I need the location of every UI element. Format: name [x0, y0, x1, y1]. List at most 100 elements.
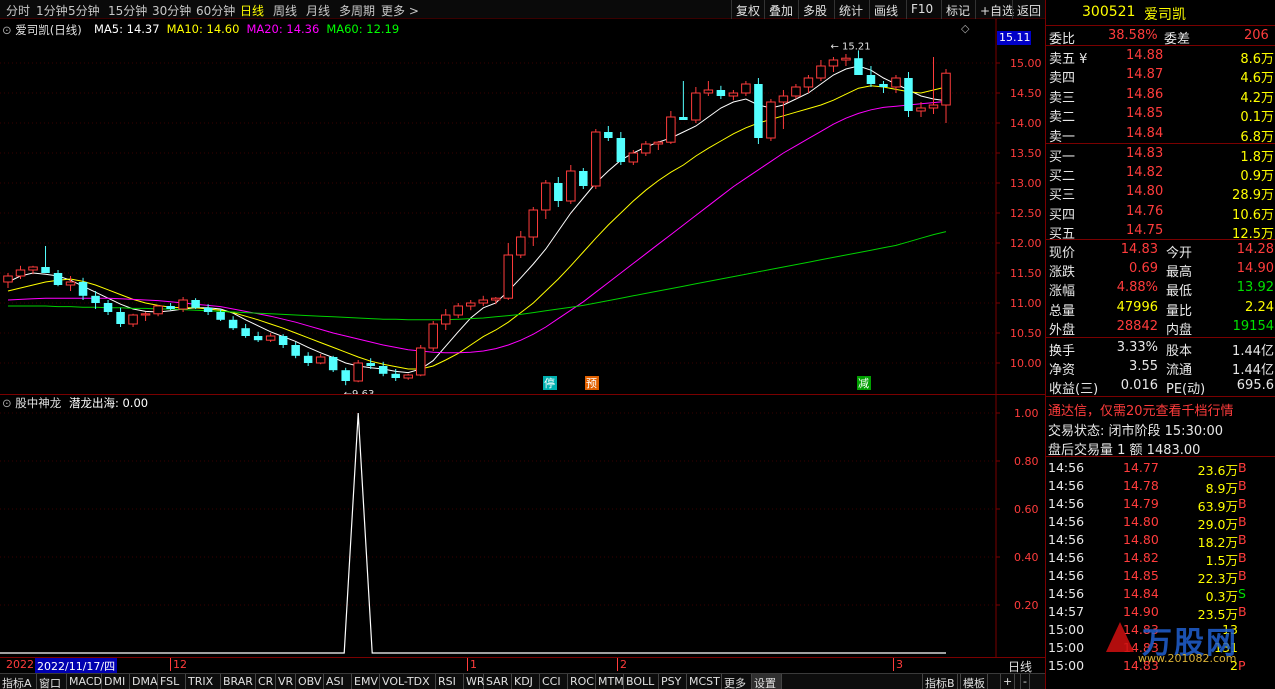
period-tab-0[interactable]: 分时 [6, 2, 30, 19]
y-tick-label: 11.50 [1010, 267, 1042, 280]
candle-body [116, 312, 125, 324]
indicator-tab-rsi[interactable]: RSI [436, 674, 464, 689]
indicator-tab-obv[interactable]: OBV [296, 674, 324, 689]
candle-body [453, 305, 463, 316]
indicator-tab-窗口[interactable]: 窗口 [37, 674, 67, 689]
candle-body [103, 303, 113, 312]
period-tab-1[interactable]: 1分钟 [36, 2, 68, 19]
kline-chart-panel[interactable]: ⊙ 爱司凯(日线) MA5: 14.37 MA10: 14.60 MA20: 14.… [0, 19, 1045, 394]
month-tick-3: 3 [893, 658, 903, 671]
toolbar-button-0[interactable]: 复权 [731, 0, 764, 19]
candle-body [616, 138, 626, 162]
candle-body [591, 131, 601, 187]
indicator-tab-right-2[interactable]: + [1000, 674, 1016, 689]
promo-link[interactable]: 通达信，仅需20元查看千档行情 [1048, 400, 1234, 419]
tick-direction: B [1238, 460, 1247, 475]
tick-time: 14:56 [1048, 586, 1085, 601]
tick-direction: B [1238, 532, 1247, 547]
period-tab-9[interactable]: 多周期 [339, 2, 375, 19]
indicator-tab-roc[interactable]: ROC [568, 674, 596, 689]
toolbar-button-8[interactable]: 返回 [1012, 0, 1045, 19]
sell-volume: 4.6万 [1240, 71, 1274, 87]
tick-row: 14:56 14.80 29.0万 B [1046, 512, 1275, 532]
month-tick-2: 2 [617, 658, 627, 671]
finance-row-0: 换手 3.33% 股本 1.44亿 [1046, 338, 1275, 359]
buy-price: 14.75 [1126, 222, 1164, 238]
indicator-tab-emv[interactable]: EMV [352, 674, 380, 689]
indicator-tab-trix[interactable]: TRIX [186, 674, 221, 689]
period-tab-2[interactable]: 5分钟 [68, 2, 100, 19]
period-tab-7[interactable]: 周线 [273, 2, 297, 19]
tick-price: 14.77 [1123, 460, 1159, 475]
candle-body [691, 92, 701, 121]
tick-price: 14.80 [1123, 532, 1159, 547]
indicator-tab-boll[interactable]: BOLL [624, 674, 659, 689]
toolbar-button-3[interactable]: 统计 [834, 0, 867, 19]
toolbar-button-1[interactable]: 叠加 [764, 0, 797, 19]
sell-price: 14.88 [1126, 48, 1164, 63]
sell-row-1: 卖四 14.87 4.6万 [1046, 65, 1275, 87]
stat-value: 14.90 [1236, 261, 1274, 277]
indicator-tab-sar[interactable]: SAR [484, 674, 512, 689]
candle-body [28, 266, 38, 271]
sell-price: 14.85 [1126, 106, 1164, 122]
toolbar-button-6[interactable]: 标记 [941, 0, 974, 19]
stats-row-2: 涨幅 4.88% 最低 13.92 [1046, 278, 1275, 299]
indicator-tab-brar[interactable]: BRAR [221, 674, 256, 689]
candle-body [778, 95, 789, 103]
period-tab-6[interactable]: 日线 [240, 2, 264, 19]
indicator-tab-dmi[interactable]: DMI [102, 674, 130, 689]
candle-body [728, 92, 739, 97]
indicator-tab-vol-tdx[interactable]: VOL-TDX [380, 674, 436, 689]
watermark-logo: 万股网 www.201082.com [1106, 618, 1275, 666]
signal-badge-text-2: 减 [858, 377, 869, 390]
indicator-tab-right-1[interactable]: 模板 [960, 674, 988, 689]
stock-name: 爱司凯 [1144, 7, 1186, 23]
indicator-panel[interactable]: ⊙ 股中神龙 潜龙出海: 0.00 1.00 0.80 0.60 0.40 0.20 [0, 394, 1045, 658]
candle-body [378, 366, 388, 374]
indicator-tab-wr[interactable]: WR [464, 674, 485, 689]
indicator-tab-cci[interactable]: CCI [540, 674, 568, 689]
toolbar-button-2[interactable]: 多股 [798, 0, 831, 19]
period-tab-8[interactable]: 月线 [306, 2, 330, 19]
indicator-plot[interactable]: 1.00 0.80 0.60 0.40 0.20 [0, 395, 1045, 658]
indicator-tab-macd[interactable]: MACD [67, 674, 102, 689]
indicator-tab-设置[interactable]: 设置 [752, 674, 782, 689]
tick-direction: S [1238, 586, 1246, 601]
indicator-tab-asi[interactable]: ASI [324, 674, 352, 689]
indicator-tab-dma[interactable]: DMA [130, 674, 158, 689]
period-tab-3[interactable]: 15分钟 [108, 2, 147, 19]
buy-price: 14.76 [1126, 203, 1164, 219]
period-tab-5[interactable]: 60分钟 [196, 2, 235, 19]
indicator-tab-mtm[interactable]: MTM [596, 674, 624, 689]
tick-direction: B [1238, 496, 1247, 511]
sell-volume: 4.2万 [1240, 90, 1274, 106]
period-tab-4[interactable]: 30分钟 [152, 2, 191, 19]
buy-price: 14.80 [1126, 184, 1164, 200]
candle-body [803, 77, 814, 88]
candle-body [566, 170, 576, 202]
tick-time: 14:56 [1048, 550, 1085, 565]
period-tab-10[interactable]: 更多 > [381, 2, 419, 19]
tick-row: 14:56 14.78 8.9万 B [1046, 476, 1275, 496]
indicator-tab-right-3[interactable]: - [1020, 674, 1030, 689]
indicator-tab-指标a[interactable]: 指标A [0, 674, 37, 689]
stat-label: 今开 [1166, 246, 1193, 261]
indicator-tab-mcst[interactable]: MCST [687, 674, 722, 689]
indicator-tab-更多[interactable]: 更多 [722, 674, 752, 689]
toolbar-button-5[interactable]: F10 [906, 0, 937, 19]
indicator-tab-cr[interactable]: CR [256, 674, 276, 689]
tick-row: 14:56 14.80 18.2万 B [1046, 530, 1275, 550]
candlestick-plot[interactable]: 15.00 14.50 14.00 13.50 13.00 12.50 12.00 11.50… [0, 19, 1045, 394]
tick-row: 14:56 14.84 0.3万 S [1046, 584, 1275, 604]
indicator-tab-kdj[interactable]: KDJ [512, 674, 540, 689]
indicator-tab-fsl[interactable]: FSL [158, 674, 186, 689]
indicator-tab-vr[interactable]: VR [276, 674, 296, 689]
candle-body [53, 273, 63, 285]
indicator-tab-psy[interactable]: PSY [659, 674, 687, 689]
indicator-tab-right-0[interactable]: 指标B [922, 674, 958, 689]
tick-time: 14:56 [1048, 514, 1085, 529]
sell-volume: 0.1万 [1240, 110, 1274, 126]
toolbar-button-4[interactable]: 画线 [869, 0, 902, 19]
indicator-line [0, 412, 946, 654]
